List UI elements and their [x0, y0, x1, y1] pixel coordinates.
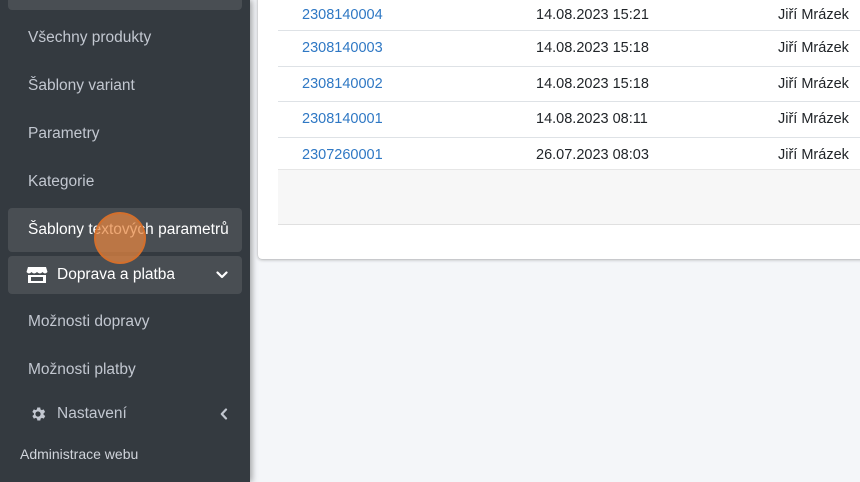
sidebar-item-categories[interactable]: Kategorie [8, 160, 242, 204]
sidebar-group-settings[interactable]: Nastavení [8, 392, 242, 436]
sidebar-item-shipping-options[interactable]: Možnosti dopravy [8, 300, 242, 344]
chevron-down-icon [216, 271, 228, 279]
sidebar-item-variant-templates[interactable]: Šablony variant [8, 64, 242, 108]
sidebar-item-label: Možnosti platby [28, 361, 136, 378]
sidebar-item-label: Možnosti dopravy [28, 313, 150, 330]
sidebar-group-header-partial[interactable] [8, 0, 242, 10]
sidebar-item-payment-options[interactable]: Možnosti platby [8, 348, 242, 392]
gear-icon [28, 405, 48, 423]
record-user: Jiří Mrázek [778, 75, 849, 92]
store-icon [26, 266, 48, 284]
table-row: 2308140004 14.08.2023 15:21 Jiří Mrázek [278, 0, 860, 31]
record-date: 14.08.2023 08:11 [536, 111, 648, 128]
record-number-link[interactable]: 2308140003 [302, 40, 383, 56]
record-user: Jiří Mrázek [778, 111, 849, 128]
table-footer [278, 169, 860, 225]
table-row: 2308140003 14.08.2023 15:18 Jiří Mrázek [278, 31, 860, 67]
record-user: Jiří Mrázek [778, 7, 849, 23]
table-row: 2308140002 14.08.2023 15:18 Jiří Mrázek [278, 66, 860, 102]
chevron-left-icon [220, 408, 228, 420]
sidebar-item-all-products[interactable]: Všechny produkty [8, 16, 242, 60]
sidebar-group-label: Nastavení [57, 405, 127, 422]
table-row: 2307260001 26.07.2023 08:03 Jiří Mrázek [278, 137, 860, 172]
sidebar-item-parameters[interactable]: Parametry [8, 112, 242, 156]
record-user: Jiří Mrázek [778, 40, 849, 57]
record-date: 26.07.2023 08:03 [536, 146, 649, 163]
table-row: 2308140001 14.08.2023 08:11 Jiří Mrázek [278, 102, 860, 138]
record-date: 14.08.2023 15:18 [536, 75, 649, 92]
record-number-link[interactable]: 2307260001 [302, 147, 383, 163]
record-date: 14.08.2023 15:21 [536, 7, 649, 23]
sidebar-item-label: Kategorie [28, 173, 95, 190]
sidebar-item-label: Šablony variant [28, 77, 135, 94]
record-number-link[interactable]: 2308140004 [302, 7, 383, 23]
records-table: 2308140004 14.08.2023 15:21 Jiří Mrázek … [278, 0, 860, 172]
record-number-link[interactable]: 2308140001 [302, 111, 383, 127]
sidebar-item-label: Parametry [28, 125, 100, 142]
record-date: 14.08.2023 15:18 [536, 40, 649, 57]
sidebar-group-label: Doprava a platba [57, 266, 176, 283]
sidebar-item-label: Všechny produkty [28, 29, 152, 46]
record-number-link[interactable]: 2308140002 [302, 76, 383, 92]
sidebar-section-header: Administrace webu [20, 446, 139, 462]
sidebar: Všechny produkty Šablony variant Paramet… [0, 0, 250, 482]
record-user: Jiří Mrázek [778, 146, 849, 163]
click-indicator [94, 212, 146, 264]
